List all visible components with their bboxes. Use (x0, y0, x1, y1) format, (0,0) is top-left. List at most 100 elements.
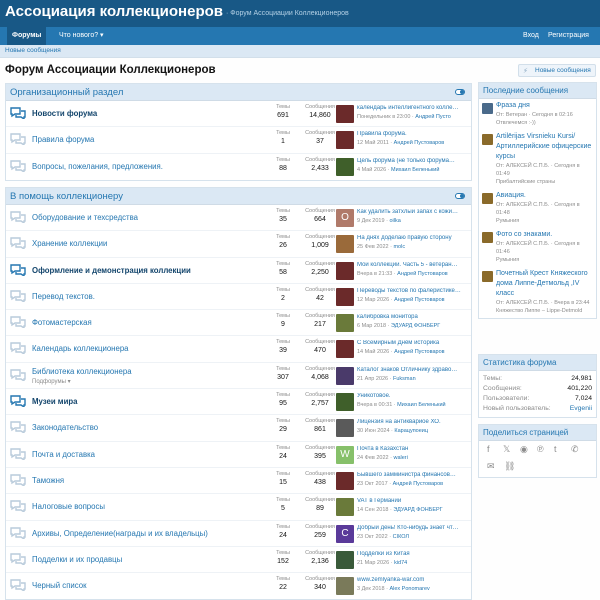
link-icon[interactable]: ⛓ (504, 461, 515, 472)
avatar[interactable] (336, 498, 354, 517)
last-post-user[interactable]: Андрей Пусто (415, 114, 451, 120)
last-post-title[interactable]: Лицензия на антиквариое ХО. (357, 419, 470, 425)
last-post-user[interactable]: Михаил Беленький (397, 402, 445, 408)
avatar[interactable] (336, 131, 354, 150)
avatar[interactable]: W (336, 445, 354, 464)
facebook-icon[interactable]: f (487, 444, 490, 454)
email-icon[interactable]: ✉ (487, 461, 495, 472)
last-post-title[interactable]: На днях доделаю правую сторону (357, 235, 470, 241)
new-post-title[interactable]: Авиация. (496, 191, 592, 201)
avatar[interactable] (482, 103, 493, 114)
forum-title[interactable]: Новости форума (32, 109, 97, 118)
last-post-title[interactable]: Мои коллекции. Часть 5 - ветеран… (357, 262, 470, 268)
forum-title[interactable]: Законодательство (32, 423, 98, 432)
forum-title[interactable]: Налоговые вопросы (32, 502, 105, 511)
new-post-title[interactable]: Artilērijas Virsnieku Kursi/ Артиллерийс… (496, 132, 592, 162)
forum-title[interactable]: Таможня (32, 476, 64, 485)
last-post-title[interactable]: С Всемирным Днём историка (357, 340, 470, 346)
new-post-forum[interactable]: Румыния (496, 256, 592, 264)
avatar[interactable] (336, 287, 354, 306)
login-link[interactable]: Вход (523, 27, 539, 45)
collapse-toggle-icon[interactable] (455, 193, 465, 199)
forum-title[interactable]: Оформление и демонстрация коллекции (32, 266, 191, 275)
last-post-user[interactable]: molc (393, 244, 405, 250)
avatar[interactable] (482, 232, 493, 243)
forum-title[interactable]: Правила форума (32, 135, 94, 144)
last-post-title[interactable]: VAT в Германии (357, 498, 470, 504)
last-post-user[interactable]: kid74 (394, 560, 407, 566)
forum-title[interactable]: Архивы, Определение(награды и их владель… (32, 529, 208, 538)
new-post-title[interactable]: Почетный Крест Княжеского дома Липпе-Дет… (496, 269, 592, 299)
last-post-user[interactable]: Андрей Пустоваров (394, 349, 445, 355)
last-post-title[interactable]: калибровка монитора (357, 314, 470, 320)
avatar[interactable]: O (336, 209, 354, 227)
avatar[interactable] (336, 577, 354, 596)
last-post-user[interactable]: Андрей Пустоваров (394, 140, 445, 146)
tumblr-icon[interactable]: t (554, 444, 557, 454)
last-post-user[interactable]: Fuksman (393, 376, 416, 382)
avatar[interactable] (482, 193, 493, 204)
last-post-user[interactable]: waleri (393, 455, 407, 461)
last-post-title[interactable]: Бывшего замминистра финансов… (357, 472, 470, 478)
forum-title[interactable]: Перевод текстов. (32, 292, 95, 301)
new-post-forum[interactable]: Отвлечемся :-)) (496, 119, 592, 127)
new-post-forum[interactable]: Прибалтийские страны (496, 178, 592, 186)
forum-title[interactable]: Черный список (32, 581, 87, 590)
site-logo[interactable]: Ассоциация коллекционеров (5, 3, 223, 20)
forum-title[interactable]: Оборудование и техсредства (32, 213, 138, 222)
avatar[interactable] (336, 550, 354, 569)
subforums-toggle[interactable]: Подфорумы ▾ (32, 378, 71, 385)
forum-title[interactable]: Почта и доставка (32, 450, 95, 459)
last-post-title[interactable]: Переводы текстов по фалеристике… (357, 288, 470, 294)
new-post-forum[interactable]: Княжество Липпе – Lippe-Detmold (496, 307, 592, 315)
forum-title[interactable]: Календарь коллекционера (32, 344, 129, 353)
avatar[interactable]: С (336, 524, 354, 543)
forum-title[interactable]: Музеи мира (32, 397, 77, 406)
last-post-user[interactable]: Alex Ponomarev (389, 586, 429, 592)
last-post-title[interactable]: www.zemlyanka-war.com (357, 577, 470, 583)
last-post-user[interactable]: Андрей Пустоваров (394, 297, 445, 303)
avatar[interactable] (336, 419, 354, 438)
stat-value[interactable]: Evgenii (570, 404, 592, 414)
forum-title[interactable]: Хранение коллекции (32, 239, 107, 248)
avatar[interactable] (336, 366, 354, 385)
avatar[interactable] (336, 261, 354, 280)
last-post-title[interactable]: Почта в Казахстан (357, 446, 470, 452)
avatar[interactable] (336, 393, 354, 412)
last-post-title[interactable]: Как удалить затхлый запах с кожи… (357, 209, 470, 215)
new-post-forum[interactable]: Румыния (496, 217, 592, 225)
last-post-title[interactable]: Уникотовое. (357, 393, 470, 399)
last-post-user[interactable]: Андрей Пустоваров (393, 481, 444, 487)
x-icon[interactable]: 𝕏 (503, 444, 510, 455)
forum-title[interactable]: Библиотека коллекционера (32, 367, 132, 376)
register-link[interactable]: Регистрация (548, 27, 589, 45)
last-post-title[interactable]: Правила форума. (357, 131, 470, 137)
subnav-new-posts[interactable]: Новые сообщения (5, 47, 61, 54)
forum-title[interactable]: Фотомастерская (32, 318, 92, 327)
category-title[interactable]: В помощь коллекционеру (10, 191, 123, 202)
last-post-title[interactable]: Каталог знаков Отличнику здраво… (357, 367, 470, 373)
collapse-toggle-icon[interactable] (455, 89, 465, 95)
avatar[interactable] (482, 271, 493, 282)
last-post-user[interactable]: Карацупоеиц (394, 428, 428, 434)
tab-forums[interactable]: Форумы (7, 27, 47, 45)
new-post-title[interactable]: Фото со знаками. (496, 230, 592, 240)
new-post-title[interactable]: Фраза дня (496, 101, 592, 111)
category-title[interactable]: Организационный раздел (10, 87, 123, 98)
whatsapp-icon[interactable]: ✆ (571, 444, 579, 455)
avatar[interactable] (336, 471, 354, 490)
last-post-user[interactable]: Андрей Пустоваров (397, 271, 448, 277)
tab-whats-new[interactable]: Что нового? ▾ (54, 27, 109, 45)
forum-title[interactable]: Подделки и их продавцы (32, 555, 122, 564)
avatar[interactable] (336, 105, 354, 123)
avatar[interactable] (336, 235, 354, 254)
reddit-icon[interactable]: ◉ (520, 444, 528, 455)
avatar[interactable] (336, 340, 354, 359)
avatar[interactable] (336, 157, 354, 176)
new-posts-button[interactable]: ⚡ Новые сообщения (518, 64, 596, 77)
last-post-user[interactable]: СІКОЛ (393, 534, 409, 540)
pinterest-icon[interactable]: ℗ (537, 444, 544, 454)
last-post-title[interactable]: Цель форума (не только форума… (357, 158, 470, 164)
last-post-user[interactable]: ЭДУАРД ФОНБЕРГ (391, 323, 440, 329)
sidebar-new-posts-title[interactable]: Последние сообщения (479, 83, 596, 99)
